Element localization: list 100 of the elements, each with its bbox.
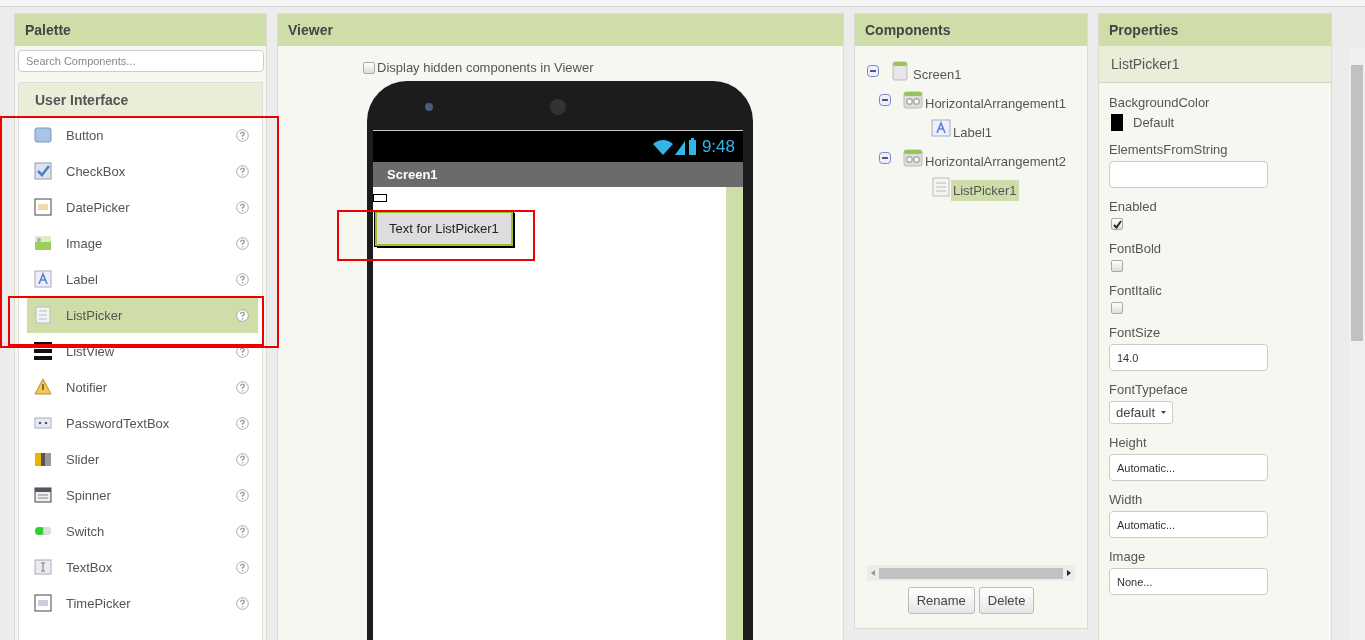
- property-label: Image: [1109, 549, 1147, 564]
- help-icon[interactable]: [236, 488, 249, 502]
- help-icon[interactable]: [236, 452, 249, 466]
- color-swatch[interactable]: [1111, 114, 1123, 131]
- property-label: Height: [1109, 435, 1148, 450]
- property-checkbox[interactable]: [1111, 260, 1123, 272]
- property-label: FontSize: [1109, 325, 1162, 340]
- property-checkbox[interactable]: [1111, 302, 1123, 314]
- collapse-icon[interactable]: [867, 64, 879, 77]
- property-field[interactable]: None...: [1109, 568, 1268, 595]
- property-label: Width: [1109, 492, 1144, 507]
- palette-item[interactable]: Notifier: [27, 369, 258, 405]
- property-checkbox[interactable]: [1111, 218, 1123, 230]
- palette-item-label: Label: [66, 271, 99, 287]
- palette-item-label: Slider: [66, 451, 101, 467]
- palette-item[interactable]: Slider: [27, 441, 258, 477]
- palette-item[interactable]: Switch: [27, 513, 258, 549]
- palette-item-label: TimePicker: [66, 595, 132, 611]
- property-field[interactable]: Automatic...: [1109, 454, 1268, 481]
- tree-item[interactable]: HorizontalArrangement1: [923, 93, 1068, 114]
- caret-icon: [1161, 411, 1167, 414]
- component-icon: [34, 270, 52, 288]
- collapse-icon[interactable]: [879, 151, 891, 164]
- scrollbar-thumb[interactable]: [879, 567, 1063, 579]
- help-icon[interactable]: [236, 164, 249, 178]
- scroll-right-icon[interactable]: [1067, 570, 1071, 576]
- scroll-left-icon[interactable]: [871, 570, 875, 576]
- component-icon: [34, 558, 52, 576]
- help-icon[interactable]: [236, 200, 249, 214]
- speaker-icon: [550, 99, 566, 115]
- section-header[interactable]: User Interface: [19, 83, 262, 117]
- tree-item[interactable]: HorizontalArrangement2: [923, 151, 1068, 172]
- property-label: ElementsFromString: [1109, 142, 1229, 157]
- hidden-components-checkbox[interactable]: [363, 61, 375, 74]
- help-icon[interactable]: [236, 596, 249, 610]
- list-picker-button[interactable]: Text for ListPicker1: [375, 211, 513, 246]
- component-icon: [931, 176, 951, 197]
- component-icon: [34, 306, 52, 324]
- panel-header: Properties: [1099, 14, 1331, 46]
- palette-item-label: Spinner: [66, 487, 112, 503]
- palette-item[interactable]: TimePicker: [27, 585, 258, 621]
- selected-component-name: ListPicker1: [1099, 46, 1331, 83]
- property-label: BackgroundColor: [1109, 95, 1211, 110]
- component-icon: [34, 450, 52, 468]
- palette-item-label: Notifier: [66, 379, 109, 395]
- palette-item-label: CheckBox: [66, 163, 127, 179]
- panel-header: Viewer: [278, 14, 843, 46]
- help-icon[interactable]: [236, 560, 249, 574]
- palette-item[interactable]: Spinner: [27, 477, 258, 513]
- palette-item[interactable]: CheckBox: [27, 153, 258, 189]
- palette-item-label: Image: [66, 235, 104, 251]
- panel-header: Palette: [15, 14, 266, 46]
- palette-item-label: DatePicker: [66, 199, 131, 215]
- help-icon[interactable]: [236, 380, 249, 394]
- property-field[interactable]: [1109, 161, 1268, 188]
- property-label: FontItalic: [1109, 283, 1163, 298]
- panel-header: Components: [855, 14, 1087, 46]
- typeface-dropdown[interactable]: default: [1109, 401, 1174, 424]
- palette-item[interactable]: ListPicker: [27, 297, 258, 333]
- collapse-icon[interactable]: [879, 93, 891, 106]
- component-icon: [903, 89, 923, 110]
- palette-item-label: TextBox: [66, 559, 114, 575]
- palette-item[interactable]: ListView: [27, 333, 258, 369]
- tree-item[interactable]: Label1: [951, 122, 995, 143]
- property-field[interactable]: Automatic...: [1109, 511, 1268, 538]
- component-icon: [34, 162, 52, 180]
- palette-item-label: Switch: [66, 523, 106, 539]
- scrollbar-thumb[interactable]: [1351, 65, 1363, 341]
- palette-item[interactable]: DatePicker: [27, 189, 258, 225]
- component-icon: [34, 594, 52, 612]
- action-button[interactable]: Rename: [907, 587, 975, 614]
- palette-item[interactable]: Image: [27, 225, 258, 261]
- signal-icon: [651, 137, 698, 156]
- help-icon[interactable]: [236, 416, 249, 430]
- property-label: Enabled: [1109, 199, 1158, 214]
- tree-item[interactable]: ListPicker1: [951, 180, 1019, 201]
- palette-item-label: ListPicker: [66, 307, 124, 323]
- help-icon[interactable]: [236, 272, 249, 286]
- palette-item[interactable]: Button: [27, 117, 258, 153]
- component-icon: [34, 414, 52, 432]
- help-icon[interactable]: [236, 128, 249, 142]
- search-field[interactable]: Search Components...: [18, 50, 264, 72]
- help-icon[interactable]: [236, 308, 249, 322]
- checkbox-label: Display hidden components in Viewer: [377, 60, 594, 75]
- palette-item[interactable]: Label: [27, 261, 258, 297]
- palette-item-label: ListView: [66, 343, 116, 359]
- tree-item[interactable]: Screen1: [911, 64, 964, 85]
- component-icon: [903, 147, 923, 168]
- action-button[interactable]: Delete: [978, 587, 1035, 614]
- help-icon[interactable]: [236, 236, 249, 250]
- palette-item[interactable]: TextBox: [27, 549, 258, 585]
- camera-icon: [425, 103, 433, 111]
- help-icon[interactable]: [236, 524, 249, 538]
- property-label: FontBold: [1109, 241, 1163, 256]
- palette-item-label: PasswordTextBox: [66, 415, 171, 431]
- component-icon: [34, 126, 52, 144]
- horizontal-scrollbar[interactable]: [867, 565, 1075, 581]
- status-time: 9:48: [701, 136, 735, 157]
- palette-item[interactable]: PasswordTextBox: [27, 405, 258, 441]
- property-field[interactable]: 14.0: [1109, 344, 1268, 371]
